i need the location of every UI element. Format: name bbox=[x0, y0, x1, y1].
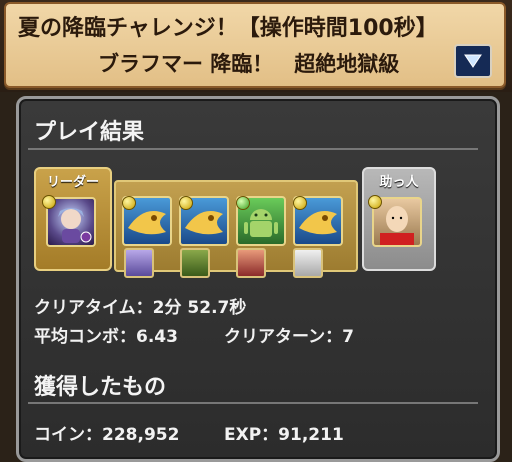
helper-slot[interactable]: 助っ人 bbox=[362, 167, 436, 271]
clear-time: クリアタイム：2分 52.7秒 bbox=[34, 298, 247, 318]
result-divider bbox=[28, 148, 478, 150]
assist-2-icon[interactable] bbox=[180, 248, 210, 278]
rewards-section-title: 獲得したもの bbox=[34, 375, 167, 400]
attribute-orb-icon bbox=[42, 195, 56, 209]
quest-header-card: 夏の降臨チャレンジ！【操作時間100秒】 ブラフマー 降臨！ 超絶地獄級 bbox=[4, 2, 506, 88]
coin-reward: コイン：228,952 bbox=[34, 425, 180, 445]
assist-4-icon[interactable] bbox=[293, 248, 323, 278]
assist-3-icon[interactable] bbox=[236, 248, 266, 278]
attribute-orb-icon bbox=[293, 196, 307, 210]
bald-hero-icon bbox=[380, 206, 414, 245]
triangle-down-icon bbox=[464, 54, 482, 68]
result-panel bbox=[16, 96, 500, 462]
attribute-orb-icon bbox=[179, 196, 193, 210]
quest-title: 夏の降臨チャレンジ！【操作時間100秒】 bbox=[18, 16, 438, 41]
exp-reward: EXP：91,211 bbox=[224, 425, 344, 445]
attribute-orb-icon bbox=[122, 196, 136, 210]
clear-turns: クリアターン：7 bbox=[224, 327, 354, 347]
leader-slot[interactable]: リーダー bbox=[34, 167, 112, 271]
helper-label: 助っ人 bbox=[379, 175, 419, 190]
leader-portrait-icon bbox=[58, 208, 92, 243]
assist-1-icon[interactable] bbox=[124, 248, 154, 278]
expand-menu-button[interactable] bbox=[454, 44, 492, 78]
average-combo: 平均コンボ：6.43 bbox=[34, 327, 178, 347]
attribute-orb-icon bbox=[368, 195, 382, 209]
attribute-orb-icon bbox=[236, 196, 250, 210]
quest-subtitle: ブラフマー 降臨！ 超絶地獄級 bbox=[98, 52, 400, 76]
quest-header: 夏の降臨チャレンジ！【操作時間100秒】 ブラフマー 降臨！ 超絶地獄級 bbox=[0, 0, 512, 92]
rewards-divider bbox=[28, 402, 478, 404]
result-section-title: プレイ結果 bbox=[34, 120, 145, 145]
leader-label: リーダー bbox=[46, 175, 99, 190]
